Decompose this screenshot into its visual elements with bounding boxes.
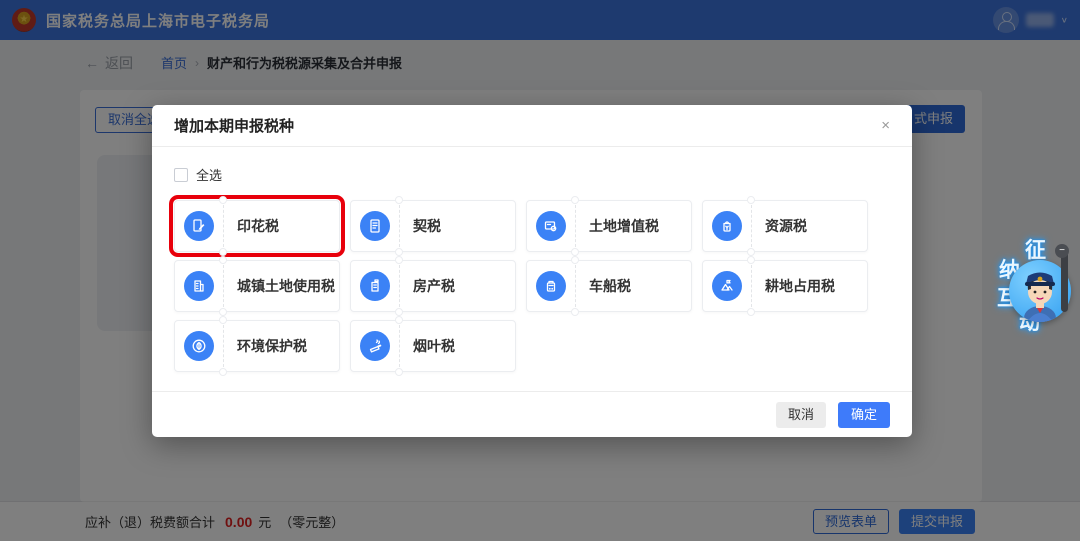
tax-type-card[interactable]: 印花税	[174, 200, 340, 252]
tax-type-label: 烟叶税	[413, 336, 455, 356]
card-notch	[571, 248, 579, 256]
tax-type-card[interactable]: 契税	[350, 200, 516, 252]
card-notch	[747, 196, 755, 204]
environment-icon	[184, 331, 214, 361]
tax-type-card[interactable]: 烟叶税	[350, 320, 516, 372]
farmland-icon	[712, 271, 742, 301]
deed-contract-icon	[360, 211, 390, 241]
tax-type-card[interactable]: 土地增值税	[526, 200, 692, 252]
card-notch	[395, 256, 403, 264]
dialog-title: 增加本期申报税种	[174, 115, 294, 136]
card-notch	[219, 316, 227, 324]
vehicle-vessel-icon	[536, 271, 566, 301]
card-notch	[219, 308, 227, 316]
select-all-row[interactable]: 全选	[174, 165, 890, 184]
card-notch	[747, 256, 755, 264]
card-dashed-divider	[399, 265, 400, 307]
card-notch	[747, 308, 755, 316]
card-dashed-divider	[751, 265, 752, 307]
card-dashed-divider	[575, 205, 576, 247]
card-notch	[219, 196, 227, 204]
tobacco-icon	[360, 331, 390, 361]
card-notch	[395, 308, 403, 316]
card-notch	[571, 308, 579, 316]
card-notch	[395, 248, 403, 256]
tax-type-label: 资源税	[765, 216, 807, 236]
tax-type-label: 契税	[413, 216, 441, 236]
card-notch	[395, 368, 403, 376]
select-all-label: 全选	[196, 165, 222, 184]
card-notch	[219, 368, 227, 376]
confirm-button[interactable]: 确定	[838, 402, 890, 428]
card-notch	[571, 256, 579, 264]
tax-type-card[interactable]: 资源税	[702, 200, 868, 252]
tax-type-card[interactable]: 环境保护税	[174, 320, 340, 372]
tax-type-label: 耕地占用税	[765, 276, 835, 296]
add-tax-types-dialog: 增加本期申报税种 × 全选 印花税 契税 土地增值税 资源税城镇土地使用税 房产税 车船税…	[152, 105, 912, 437]
card-notch	[747, 248, 755, 256]
resource-icon	[712, 211, 742, 241]
card-notch	[395, 196, 403, 204]
card-notch	[219, 256, 227, 264]
card-notch	[571, 196, 579, 204]
tax-type-label: 印花税	[237, 216, 279, 236]
close-icon[interactable]: ×	[881, 118, 890, 133]
tax-type-label: 车船税	[589, 276, 631, 296]
land-appreciation-icon	[536, 211, 566, 241]
property-icon	[360, 271, 390, 301]
tax-type-label: 土地增值税	[589, 216, 659, 236]
card-dashed-divider	[575, 265, 576, 307]
card-notch	[395, 316, 403, 324]
card-dashed-divider	[223, 205, 224, 247]
tax-type-card[interactable]: 车船税	[526, 260, 692, 312]
stamp-document-icon	[184, 211, 214, 241]
card-dashed-divider	[399, 325, 400, 367]
tax-type-grid: 印花税 契税 土地增值税 资源税城镇土地使用税 房产税 车船税 耕地占用税环境保护税 烟叶税	[174, 200, 890, 372]
tax-type-card[interactable]: 城镇土地使用税	[174, 260, 340, 312]
tax-type-label: 城镇土地使用税	[237, 276, 335, 296]
tax-type-card[interactable]: 房产税	[350, 260, 516, 312]
card-dashed-divider	[223, 325, 224, 367]
tax-type-card[interactable]: 耕地占用税	[702, 260, 868, 312]
card-notch	[219, 248, 227, 256]
cancel-button[interactable]: 取消	[776, 402, 826, 428]
card-dashed-divider	[223, 265, 224, 307]
select-all-checkbox[interactable]	[174, 168, 188, 182]
tax-type-label: 环境保护税	[237, 336, 307, 356]
tax-type-label: 房产税	[413, 276, 455, 296]
card-dashed-divider	[751, 205, 752, 247]
urban-land-icon	[184, 271, 214, 301]
widget-collapse-button[interactable]: −	[1055, 244, 1069, 258]
card-dashed-divider	[399, 205, 400, 247]
